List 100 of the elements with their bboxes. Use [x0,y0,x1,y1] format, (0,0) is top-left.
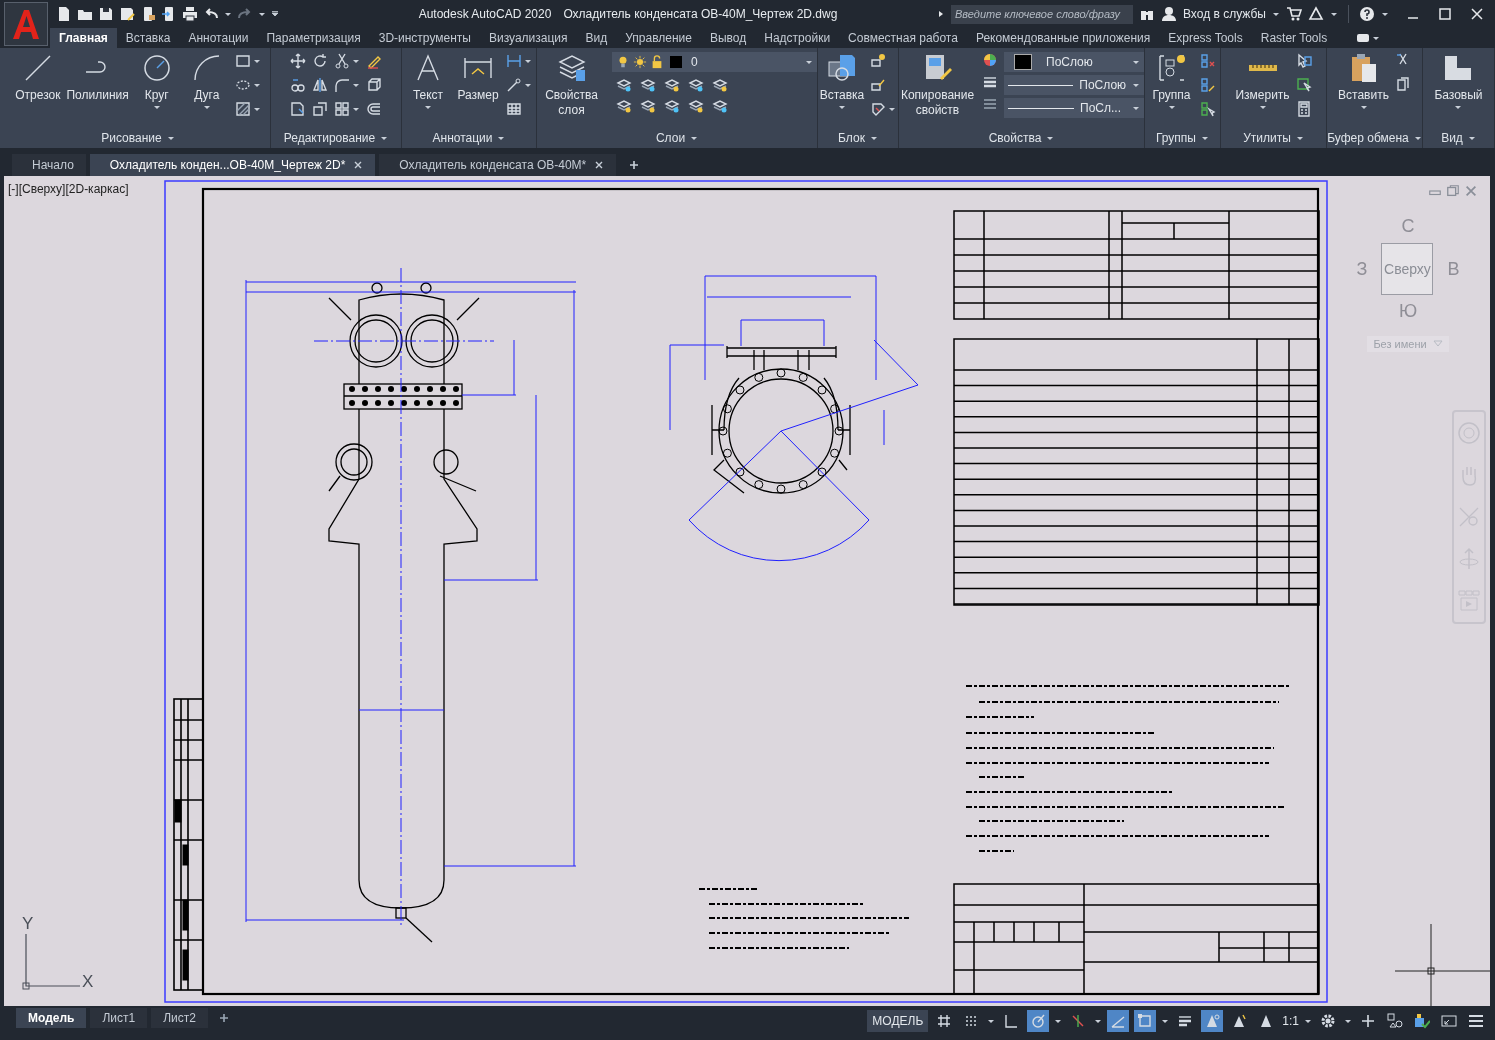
ribbon-button[interactable]: Базовый [1434,52,1483,111]
copy-icon[interactable] [290,77,306,93]
caret-icon[interactable] [1304,1017,1312,1025]
caret-icon[interactable] [1344,1017,1352,1025]
dimension-icon[interactable] [506,53,522,69]
annotation-scale-button[interactable]: 1:1 [1282,1014,1299,1028]
sign-in-link[interactable]: Вход в службы [1183,7,1266,21]
table-icon[interactable] [506,101,522,117]
search-field[interactable]: Введите ключевое слово/фразу [951,4,1133,24]
polar-icon[interactable] [1027,1010,1050,1032]
linetype-icon[interactable] [982,96,998,112]
maximize-icon[interactable] [1437,6,1453,22]
ribbon-tab[interactable]: Параметризация [257,28,370,48]
cart-icon[interactable] [1286,6,1302,22]
caret-icon[interactable] [1295,134,1304,142]
caret-icon[interactable] [380,134,389,142]
panel-title[interactable]: Слои [655,131,686,145]
ribbon-button[interactable]: Размер [456,52,500,103]
ribbon-button[interactable]: Круг [134,52,179,111]
object-snap-icon[interactable] [1134,1010,1157,1032]
layer-icon[interactable] [664,77,680,93]
property-dropdown[interactable]: ПоСл... [1004,98,1144,118]
layer-icon[interactable] [640,77,656,93]
ellipse-icon[interactable] [234,77,251,93]
lock-icon[interactable] [650,55,664,69]
rotate-icon[interactable] [312,53,328,69]
panel-toggle-icon[interactable] [1356,32,1381,44]
document-tab[interactable]: Начало [12,154,86,176]
layer-icon[interactable] [616,98,632,114]
panel-title[interactable]: Вид [1441,131,1463,145]
layer-icon[interactable] [688,98,704,114]
caret-icon[interactable] [352,105,360,113]
panel-title[interactable]: Рисование [101,131,162,145]
caret-icon[interactable] [252,57,261,65]
ribbon-tab[interactable]: Вставка [116,28,180,48]
ribbon-tab[interactable]: Совместная работа [839,28,967,48]
caret-icon[interactable] [690,134,699,142]
panel-title[interactable]: Аннотации [432,131,493,145]
ribbon-tab[interactable]: Вывод [700,28,756,48]
expand-arrow-icon[interactable] [937,10,945,18]
viewport-controls-label[interactable]: [-][Сверху][2D-каркас] [8,182,129,196]
layer-icon[interactable] [688,77,704,93]
ribbon-tab[interactable]: Рекомендованные приложения [966,28,1160,48]
application-menu-button[interactable] [4,2,48,46]
property-dropdown[interactable]: ПоСлою [1004,52,1144,72]
panel-title[interactable]: Свойства [988,131,1042,145]
layer-icon[interactable] [664,98,680,114]
quick-select-icon[interactable] [1295,53,1312,69]
layout-tab[interactable]: Лист1 [90,1008,148,1028]
new-file-icon[interactable] [56,6,72,22]
caret-icon[interactable] [252,81,261,89]
tracking-icon[interactable] [1107,1010,1130,1032]
layout-tab[interactable]: Модель [16,1008,87,1028]
caret-icon[interactable] [1330,10,1338,18]
triangle-icon[interactable] [1308,6,1324,22]
ucs-icon[interactable] [22,934,80,992]
array-icon[interactable] [334,101,350,117]
caret-icon[interactable] [987,1017,996,1025]
caret-icon[interactable] [524,81,532,89]
mirror-icon[interactable] [312,77,328,93]
caret-icon[interactable] [1272,10,1280,18]
color-wheel-icon[interactable] [982,52,998,68]
close-icon[interactable] [353,160,364,170]
caret-icon[interactable] [497,134,506,142]
calculator-icon[interactable] [1295,101,1312,117]
property-dropdown[interactable]: ПоСлою [1004,75,1144,95]
ribbon-button[interactable]: Вставка [819,52,865,111]
offset-icon[interactable] [366,101,382,117]
help-icon[interactable] [1359,6,1375,22]
ribbon-tab[interactable]: Express Tools [1159,28,1252,48]
ribbon-button[interactable]: Дуга [184,52,229,111]
ribbon-tab[interactable]: Вид [576,28,617,48]
panel-title[interactable]: Буфер обмена [1327,131,1409,145]
ribbon-button[interactable]: Вставить [1338,52,1389,111]
ungroup-icon[interactable] [1199,53,1216,69]
layer-icon[interactable] [640,98,656,114]
group-edit-icon[interactable] [1199,77,1216,93]
panel-title[interactable]: Группы [1156,131,1196,145]
caret-icon[interactable] [352,81,360,89]
copy-icon[interactable] [1394,77,1411,93]
rectangle-icon[interactable] [234,53,251,69]
group-select-icon[interactable] [1199,101,1216,117]
print-icon[interactable] [182,6,198,22]
caret-icon[interactable] [224,10,232,18]
ribbon-tab[interactable]: Визуализация [479,28,577,48]
panel-title[interactable]: Утилиты [1243,131,1291,145]
caret-icon[interactable] [888,105,897,113]
caret-icon[interactable] [1201,134,1209,142]
leader-icon[interactable] [506,77,522,93]
caret-icon[interactable] [1161,1017,1170,1025]
close-icon[interactable] [594,160,605,170]
ribbon-tab[interactable]: 3D-инструменты [369,28,480,48]
ribbon-button[interactable]: Свойства слоя [537,52,606,118]
ribbon-tab[interactable]: Raster Tools [1251,28,1337,48]
layer-dropdown[interactable]: 0 [612,52,817,72]
ribbon-button[interactable]: Отрезок [15,52,61,103]
block-edit-icon[interactable] [870,77,887,93]
model-space-button[interactable]: МОДЕЛЬ [867,1010,929,1032]
caret-icon[interactable] [258,10,266,18]
caret-icon[interactable] [166,134,175,142]
